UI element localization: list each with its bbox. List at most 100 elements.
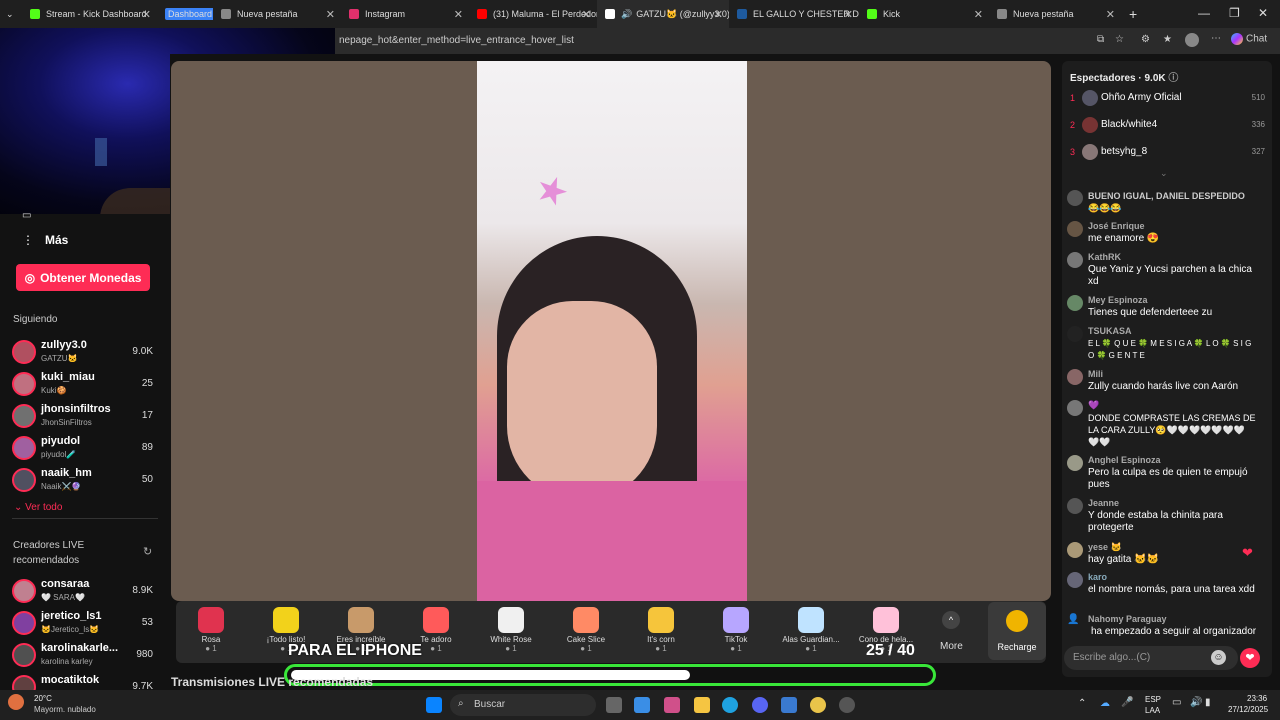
gift-white-rose[interactable]: White Rose ● 1 xyxy=(480,605,542,661)
tab-new-tab[interactable]: Nueva pestaña ✕ xyxy=(213,0,341,28)
onedrive-icon[interactable]: ☁ xyxy=(1100,698,1110,709)
more-gifts-button[interactable]: More xyxy=(940,641,963,652)
tab-kick[interactable]: Kick ✕ xyxy=(859,0,989,28)
live-video[interactable] xyxy=(171,61,1051,601)
favorite-star-icon[interactable]: ☆ xyxy=(1115,34,1124,45)
top-viewer[interactable]: 3 betsyhg_8 327 xyxy=(1070,144,1265,164)
expand-chevron-icon[interactable]: ⌄ xyxy=(1160,168,1168,179)
chevron-up-icon[interactable]: ^ xyxy=(942,611,960,629)
close-icon[interactable]: ✕ xyxy=(714,8,723,21)
close-icon[interactable]: ✕ xyxy=(582,8,591,21)
tab-gallo[interactable]: EL GALLO Y CHESTER DIBU ✕ xyxy=(729,0,859,28)
user-name: karolinakarle... xyxy=(41,642,119,654)
gift-its-corn[interactable]: It's corn ● 1 xyxy=(630,605,692,661)
send-heart-button[interactable]: ❤ xyxy=(1240,648,1260,668)
gift-rosa[interactable]: Rosa ● 1 xyxy=(180,605,242,661)
get-coins-button[interactable]: ◎ Obtener Monedas xyxy=(16,264,150,291)
more-menu-icon[interactable]: ⋯ xyxy=(1211,33,1221,44)
gift-cake-slice[interactable]: Cake Slice ● 1 xyxy=(555,605,617,661)
user-name: naaik_hm xyxy=(41,467,92,479)
chat-message: José Enrique me enamore 😍 xyxy=(1067,221,1263,251)
close-icon[interactable]: ✕ xyxy=(1106,8,1115,21)
tab-youtube[interactable]: (31) Maluma - El Perdedor ✕ xyxy=(469,0,597,28)
recharge-button[interactable]: Recharge xyxy=(988,602,1046,660)
see-all-link[interactable]: ⌄ Ver todo xyxy=(14,502,62,513)
following-user[interactable]: naaik_hm Naaik⚔️🔮 50 xyxy=(12,466,157,496)
edge-icon[interactable] xyxy=(722,697,738,713)
user-name: jhonsinfiltros xyxy=(41,403,111,415)
recommended-user[interactable]: karolinakarle... karolina karley 980 xyxy=(12,641,157,671)
window-close-icon[interactable]: ✕ xyxy=(1258,6,1268,20)
clock-date[interactable]: 27/12/2025 xyxy=(1228,705,1268,714)
taskbar-search[interactable]: ⌕ Buscar xyxy=(450,694,596,716)
close-icon[interactable]: ✕ xyxy=(974,8,983,21)
top-viewer[interactable]: 2 Black/white4 336 xyxy=(1070,117,1265,137)
open-in-app-icon[interactable]: ⧉ xyxy=(1097,34,1104,45)
profile-avatar[interactable] xyxy=(1185,33,1199,47)
chat-author: Mili xyxy=(1088,369,1103,379)
weather-temp[interactable]: 20°C xyxy=(34,694,52,703)
discord-icon[interactable] xyxy=(752,697,768,713)
gift-tiktok[interactable]: TikTok ● 1 xyxy=(705,605,767,661)
tab-tiktok[interactable]: 🔊 GATZU🐱 (@zullyy3.0) ✕ xyxy=(597,0,729,28)
weather-desc[interactable]: Mayorm. nublado xyxy=(34,705,96,714)
top-viewer[interactable]: 1 Ohño Army Oficial 510 xyxy=(1070,90,1265,110)
restore-icon[interactable]: ❐ xyxy=(1229,6,1240,20)
chat-text: Y donde estaba la chinita para protegert… xyxy=(1088,510,1223,533)
following-user[interactable]: piyudol piyudol🧪 89 xyxy=(12,434,157,464)
close-icon[interactable]: ✕ xyxy=(844,8,853,21)
windows-start-icon[interactable] xyxy=(426,697,442,713)
extensions-icon[interactable]: ⚙ xyxy=(1141,34,1150,45)
cat-icon xyxy=(348,607,374,633)
info-icon[interactable]: ⓘ xyxy=(1168,73,1178,84)
chat-input[interactable]: Escribe algo...(C) ☺ xyxy=(1064,646,1238,670)
tray-chevron-icon[interactable]: ⌃ xyxy=(1078,698,1086,709)
nav-more[interactable]: Más xyxy=(45,233,68,247)
following-user[interactable]: zullyy3.0 GATZU🐱 9.0K xyxy=(12,338,157,368)
chrome-icon[interactable] xyxy=(810,697,826,713)
volume-icon[interactable]: 🔊 xyxy=(1190,697,1202,708)
task-view-icon[interactable] xyxy=(606,697,622,713)
clock-time[interactable]: 23:36 xyxy=(1247,694,1267,703)
mic-icon[interactable]: 🎤 xyxy=(1121,697,1133,708)
minimize-icon[interactable]: — xyxy=(1198,6,1210,20)
tab-dashboard[interactable]: Dashboard xyxy=(157,0,213,28)
new-tab-button[interactable]: + xyxy=(1121,0,1145,28)
battery-icon[interactable]: ▮ xyxy=(1205,697,1211,708)
user-subtitle: Kuki🍪 xyxy=(41,386,67,395)
tab-new-tab-2[interactable]: Nueva pestaña ✕ xyxy=(989,0,1121,28)
recommended-user[interactable]: consaraa 🤍 SARA🤍 8.9K xyxy=(12,577,157,607)
address-bar[interactable]: nepage_hot&enter_method=live_entrance_ho… xyxy=(335,28,1280,54)
store-icon[interactable] xyxy=(634,697,650,713)
gift-cost: ● 1 xyxy=(205,644,217,653)
close-icon[interactable]: ✕ xyxy=(326,8,335,21)
keyboard-layout[interactable]: LAA xyxy=(1145,706,1160,715)
network-icon[interactable]: ▭ xyxy=(1172,697,1181,708)
cake-icon xyxy=(573,607,599,633)
speaker-icon[interactable]: 🔊 xyxy=(621,9,632,20)
following-user[interactable]: kuki_miau Kuki🍪 25 xyxy=(12,370,157,400)
close-icon[interactable]: ✕ xyxy=(454,8,463,21)
copilot-icon[interactable] xyxy=(664,697,680,713)
gift-alas-guardian[interactable]: Alas Guardian... ● 1 xyxy=(780,605,842,661)
chat-message: 💜 DONDE COMPRASTE LAS CREMAS DE LA CARA Z… xyxy=(1067,400,1263,454)
browser-tab-bar: ⌄ Stream - Kick Dashboard ✕ Dashboard Nu… xyxy=(0,0,1280,28)
folder-icon[interactable] xyxy=(694,697,710,713)
tab-kick-dashboard[interactable]: Stream - Kick Dashboard ✕ xyxy=(22,0,157,28)
wings-icon xyxy=(798,607,824,633)
avatar xyxy=(12,468,36,492)
copilot-chat-button[interactable]: Chat xyxy=(1231,33,1267,45)
close-icon[interactable]: ✕ xyxy=(142,8,151,21)
recommended-user[interactable]: jeretico_ls1 🐱Jeretico_ls🐱 53 xyxy=(12,609,157,639)
following-user[interactable]: jhonsinfiltros JhonSinFiltros 17 xyxy=(12,402,157,432)
language-indicator[interactable]: ESP xyxy=(1145,695,1161,704)
app-icon[interactable] xyxy=(781,697,797,713)
obs-icon[interactable] xyxy=(839,697,855,713)
emoji-icon[interactable]: ☺ xyxy=(1211,650,1226,665)
tab-list-icon[interactable]: ⌄ xyxy=(0,0,22,28)
like-heart-icon[interactable]: ❤ xyxy=(1242,545,1253,561)
favorites-icon[interactable]: ★ xyxy=(1163,34,1172,45)
refresh-icon[interactable]: ↻ xyxy=(143,545,152,558)
recommended-user[interactable]: mocatiktok 9.7K xyxy=(12,673,157,690)
tab-instagram[interactable]: Instagram ✕ xyxy=(341,0,469,28)
